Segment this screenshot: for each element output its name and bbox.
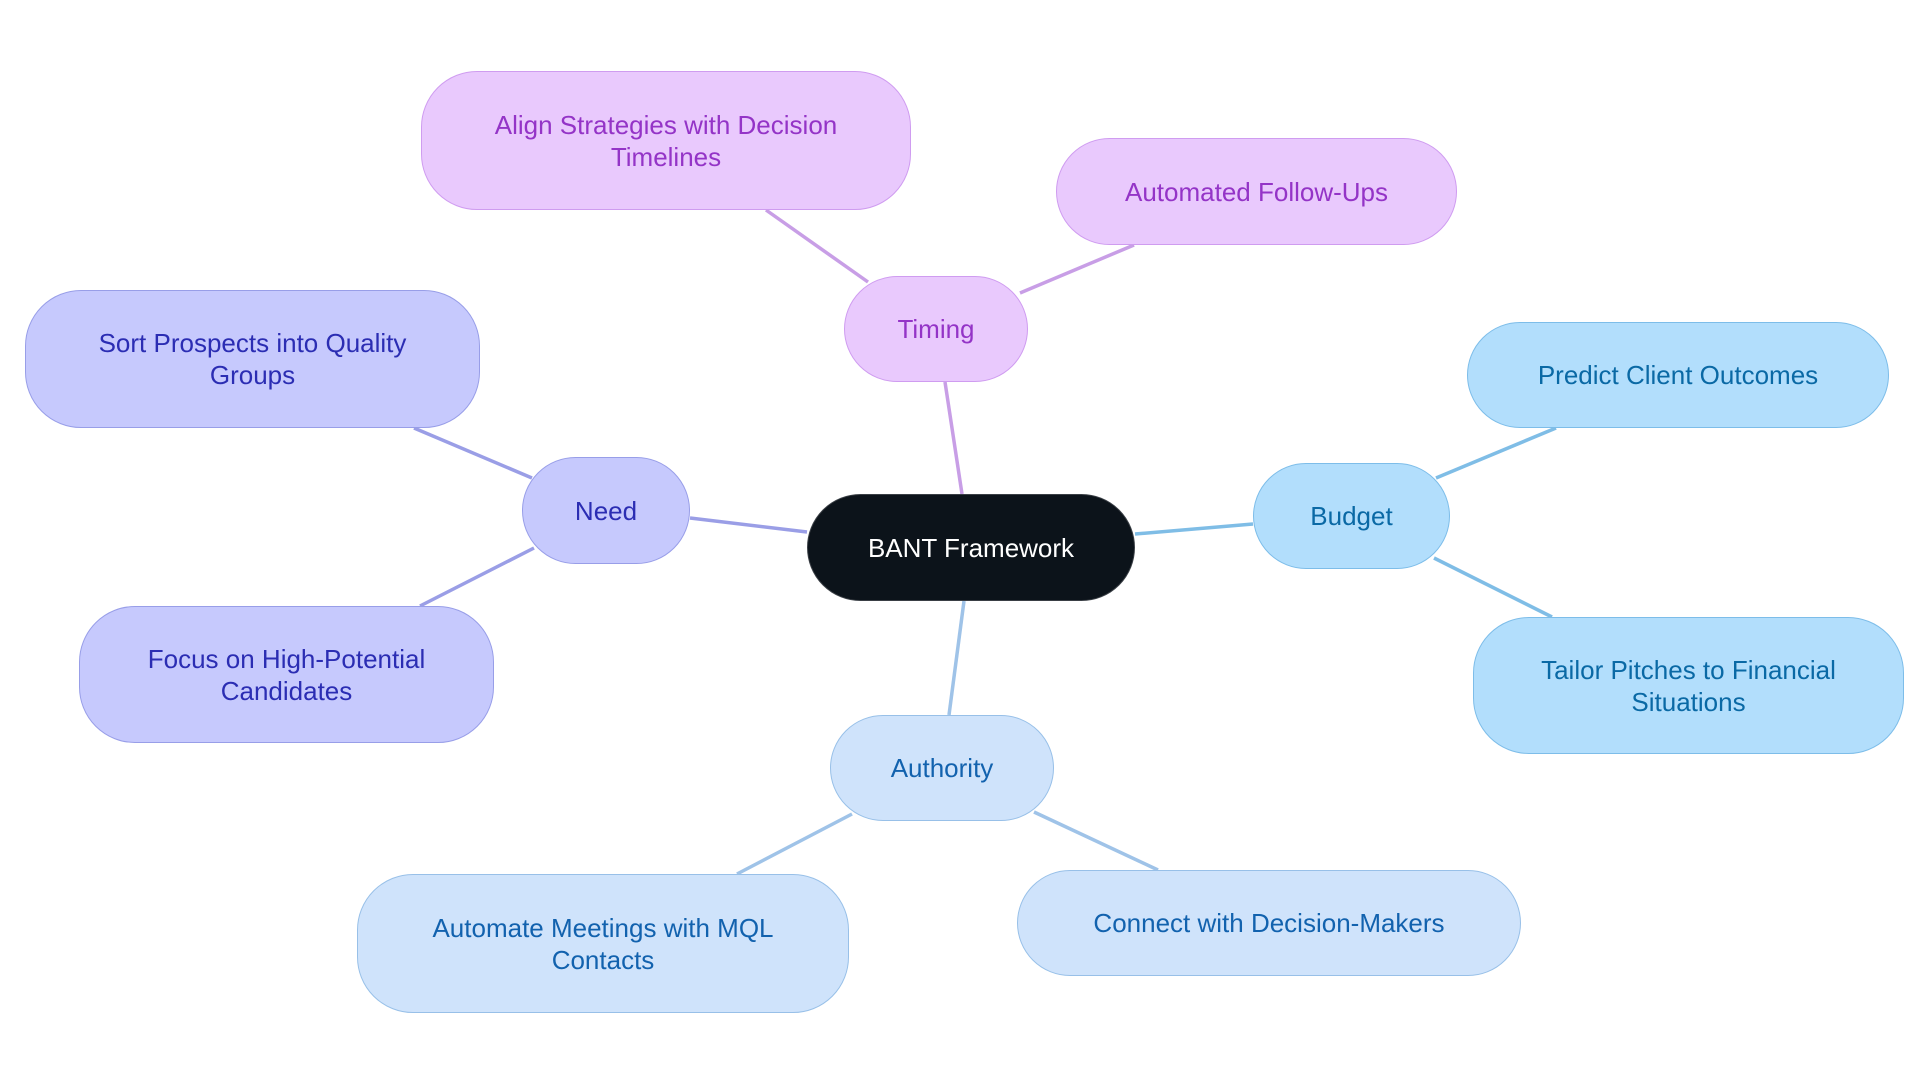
align-strategies-label: Align Strategies with Decision Timelines (494, 109, 838, 172)
edge-authority-meetings (736, 812, 853, 876)
timing-node-label: Timing (897, 314, 975, 344)
authority-node[interactable]: Authority (830, 715, 1054, 821)
sort-prospects-label: Sort Prospects into Quality Groups (98, 328, 407, 390)
edge-root-authority (947, 600, 966, 716)
tailor-pitches-node[interactable]: Tailor Pitches to Financial Situations (1473, 617, 1904, 754)
edge-budget-tailor (1433, 556, 1553, 619)
edge-root-budget (1134, 522, 1254, 536)
edge-authority-connect (1033, 810, 1159, 872)
automated-followups-node[interactable]: Automated Follow-Ups (1056, 138, 1457, 245)
edge-root-need (689, 516, 808, 534)
budget-node-label: Budget (1310, 501, 1393, 531)
edge-need-sort (413, 426, 533, 480)
root-node-label: BANT Framework (867, 532, 1075, 563)
automate-meetings-node[interactable]: Automate Meetings with MQL Contacts (357, 874, 849, 1013)
sort-prospects-node[interactable]: Sort Prospects into Quality Groups (25, 290, 480, 428)
need-node-label: Need (574, 495, 638, 526)
timing-node[interactable]: Timing (844, 276, 1028, 382)
connect-decision-makers-label: Connect with Decision-Makers (1093, 908, 1445, 938)
connect-decision-makers-node[interactable]: Connect with Decision-Makers (1017, 870, 1521, 976)
align-strategies-node[interactable]: Align Strategies with Decision Timelines (421, 71, 911, 210)
tailor-pitches-label: Tailor Pitches to Financial Situations (1541, 654, 1836, 717)
focus-candidates-node[interactable]: Focus on High-Potential Candidates (79, 606, 494, 743)
edge-budget-predict (1435, 426, 1557, 480)
automated-followups-label: Automated Follow-Ups (1125, 176, 1388, 207)
edge-root-timing (943, 381, 964, 495)
edge-timing-followups (1019, 243, 1135, 295)
focus-candidates-label: Focus on High-Potential Candidates (147, 643, 426, 706)
predict-outcomes-node[interactable]: Predict Client Outcomes (1467, 322, 1889, 428)
edge-need-focus (419, 546, 535, 608)
root-node[interactable]: BANT Framework (807, 494, 1135, 601)
authority-node-label: Authority (890, 753, 994, 783)
edge-timing-align (764, 208, 870, 284)
predict-outcomes-label: Predict Client Outcomes (1537, 360, 1819, 390)
automate-meetings-label: Automate Meetings with MQL Contacts (432, 912, 774, 975)
budget-node[interactable]: Budget (1253, 463, 1450, 569)
need-node[interactable]: Need (522, 457, 690, 564)
